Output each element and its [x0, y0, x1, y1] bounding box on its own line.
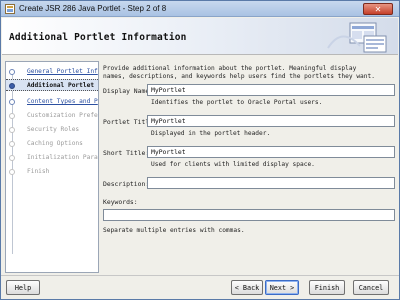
step-node-icon	[9, 69, 15, 75]
close-icon: ✕	[374, 4, 382, 14]
step-node-icon	[9, 113, 15, 119]
back-button[interactable]: < Back	[231, 280, 263, 295]
intro-text: Provide additional information about the…	[103, 65, 393, 81]
short-title-hint: Used for clients with limited display sp…	[151, 161, 315, 168]
intro-line: names, descriptions, and keywords help u…	[103, 73, 375, 80]
step-content-types[interactable]: Content Types and P	[6, 96, 98, 108]
step-label: Additional Portlet	[27, 82, 95, 89]
cancel-button[interactable]: Cancel	[353, 280, 389, 295]
keywords-note: Separate multiple entries with commas.	[103, 227, 245, 234]
step-node-icon	[9, 99, 15, 105]
title-bar[interactable]: Create JSR 286 Java Portlet - Step 2 of …	[1, 1, 399, 17]
intro-line: Provide additional information about the…	[103, 65, 357, 72]
app-icon	[5, 4, 15, 14]
step-node-icon	[9, 83, 15, 89]
step-finish[interactable]: Finish	[6, 166, 98, 178]
close-button[interactable]: ✕	[363, 3, 393, 15]
wizard-header: Additional Portlet Information	[2, 18, 398, 55]
display-name-input[interactable]: MyPortlet	[147, 84, 395, 96]
step-label: Finish	[27, 168, 50, 175]
wizard-window: Create JSR 286 Java Portlet - Step 2 of …	[0, 0, 400, 300]
steps-panel: General Portlet Inf Additional Portlet C…	[5, 61, 99, 273]
step-customization-preferences[interactable]: Customization Prefe	[6, 110, 98, 122]
keywords-label: Keywords:	[103, 198, 138, 206]
step-label: Initialization Para	[27, 154, 98, 161]
step-general-portlet-info[interactable]: General Portlet Inf	[6, 66, 98, 78]
step-node-icon	[9, 127, 15, 133]
page-title: Additional Portlet Information	[9, 32, 187, 43]
short-title-input[interactable]: MyPortlet	[147, 146, 395, 158]
finish-button[interactable]: Finish	[309, 280, 345, 295]
step-initialization-parameters[interactable]: Initialization Para	[6, 152, 98, 164]
main-form: Provide additional information about the…	[103, 61, 395, 273]
display-name-hint: Identifies the portlet to Oracle Portal …	[151, 99, 323, 106]
step-additional-portlet-info[interactable]: Additional Portlet	[6, 79, 98, 91]
keywords-input[interactable]	[103, 209, 395, 221]
step-label: Security Roles	[27, 126, 80, 133]
footer-divider	[1, 275, 399, 276]
portlet-title-hint: Displayed in the portlet header.	[151, 130, 271, 137]
description-label: Description:	[103, 180, 150, 188]
step-security-roles[interactable]: Security Roles	[6, 124, 98, 136]
display-name-label: Display Name:	[103, 87, 154, 95]
portlet-title-input[interactable]: MyPortlet	[147, 115, 395, 127]
step-label: General Portlet Inf	[27, 68, 98, 75]
step-label: Content Types and P	[27, 98, 98, 105]
step-node-icon	[9, 141, 15, 147]
next-button[interactable]: Next >	[265, 280, 299, 295]
window-title: Create JSR 286 Java Portlet - Step 2 of …	[19, 4, 167, 13]
step-caching-options[interactable]: Caching Options	[6, 138, 98, 150]
help-button[interactable]: Help	[6, 280, 40, 295]
step-node-icon	[9, 169, 15, 175]
step-label: Customization Prefe	[27, 112, 98, 119]
step-node-icon	[9, 155, 15, 161]
short-title-label: Short Title:	[103, 149, 150, 157]
description-input[interactable]	[147, 177, 395, 189]
wizard-graphic-icon	[327, 22, 387, 53]
step-label: Caching Options	[27, 140, 83, 147]
